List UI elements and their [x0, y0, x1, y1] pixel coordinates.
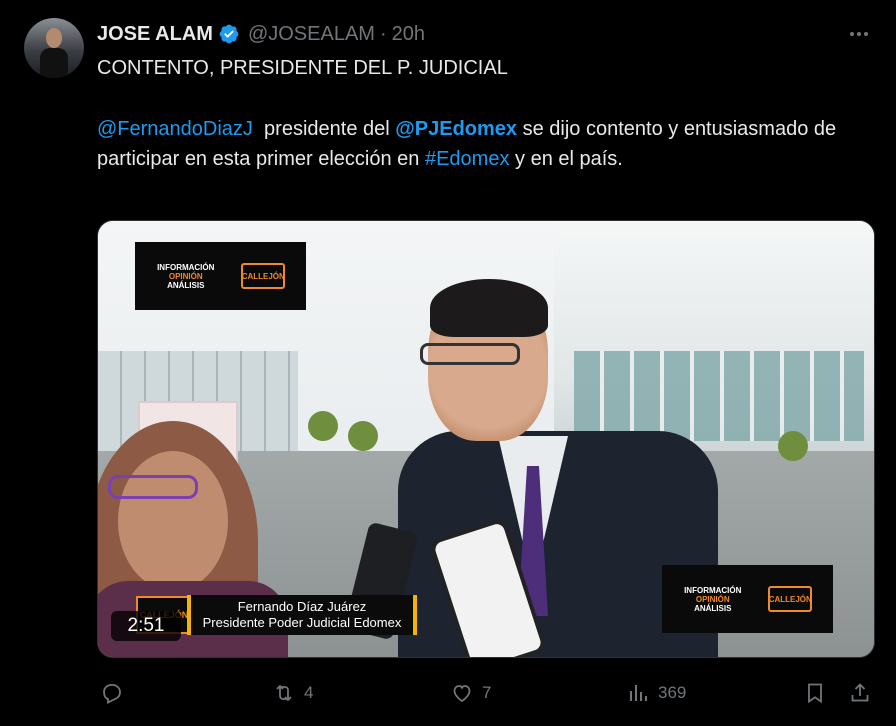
- separator-dot: ·: [379, 22, 387, 45]
- video-duration: 2:51: [111, 611, 181, 641]
- tweet-headline: CONTENTO, PRESIDENTE DEL P. JUDICIAL: [97, 57, 508, 79]
- like-count: 7: [482, 683, 492, 702]
- share-button[interactable]: [848, 678, 872, 708]
- callejon-logo: CALLEJÓN: [241, 263, 286, 289]
- action-bar: 4 7 369: [97, 678, 875, 708]
- video-woman-face: [118, 451, 228, 591]
- mention-pjedomex[interactable]: @PJEdomex: [395, 118, 517, 140]
- views-icon: [630, 685, 647, 701]
- avatar[interactable]: [24, 18, 84, 78]
- more-icon[interactable]: [844, 22, 874, 46]
- callejon-logo: CALLEJÓN: [768, 586, 813, 612]
- body-text-1: presidente del: [252, 118, 396, 140]
- repost-button[interactable]: 4: [272, 678, 313, 708]
- video-tree: [308, 411, 338, 441]
- lower-third: Fernando Díaz Juárez Presidente Poder Ju…: [187, 595, 417, 635]
- like-button[interactable]: 7: [450, 678, 491, 708]
- logo-line1: INFORMACIÓN: [684, 585, 742, 595]
- video-man-glasses: [420, 343, 520, 365]
- avatar-suit: [40, 48, 68, 78]
- video-tree: [348, 421, 378, 451]
- author-handle[interactable]: @JOSEALAM: [248, 23, 375, 46]
- video-tree: [778, 431, 808, 461]
- tweet-body: @FernandoDiazJ presidente del @PJEdomex …: [97, 114, 867, 174]
- like-icon: [453, 685, 471, 703]
- tweet-time[interactable]: 20h: [392, 23, 425, 46]
- verified-badge-icon: [219, 24, 239, 44]
- author-name[interactable]: JOSE ALAM: [97, 23, 213, 46]
- logo-line2: OPINIÓN: [168, 271, 203, 281]
- bookmark-icon: [808, 683, 822, 704]
- views-button[interactable]: 369: [626, 678, 686, 708]
- video-logo-top-left: INFORMACIÓN OPINIÓN ANÁLISIS CALLEJÓN: [135, 242, 306, 310]
- tweet-header: JOSE ALAM @JOSEALAM · 20h: [97, 20, 425, 48]
- repost-count: 4: [304, 683, 314, 702]
- logo-line3: ANÁLISIS: [694, 603, 732, 613]
- logo-line2: OPINIÓN: [695, 594, 730, 604]
- hashtag-edomex[interactable]: #Edomex: [425, 148, 510, 170]
- logo-line1: INFORMACIÓN: [157, 262, 215, 272]
- reply-icon: [103, 684, 121, 704]
- video-player[interactable]: INFORMACIÓN OPINIÓN ANÁLISIS CALLEJÓN INFO…: [97, 220, 875, 658]
- logo-line3: ANÁLISIS: [167, 280, 205, 290]
- mention-fernandodiazj[interactable]: @FernandoDiazJ: [97, 118, 253, 140]
- lower-third-name: Fernando Díaz Juárez: [237, 599, 367, 614]
- lower-third-title: Presidente Poder Judicial Edomex: [202, 615, 402, 630]
- share-icon: [851, 683, 869, 702]
- video-logo-bottom-right: INFORMACIÓN OPINIÓN ANÁLISIS CALLEJÓN: [662, 565, 833, 633]
- repost-icon: [276, 684, 292, 702]
- avatar-head: [46, 28, 62, 48]
- reply-button[interactable]: [100, 678, 124, 708]
- views-count: 369: [658, 683, 687, 702]
- bookmark-button[interactable]: [803, 678, 827, 708]
- body-text-3: y en el país.: [509, 148, 623, 170]
- video-woman-glasses: [108, 475, 198, 499]
- video-man-hair: [430, 279, 548, 337]
